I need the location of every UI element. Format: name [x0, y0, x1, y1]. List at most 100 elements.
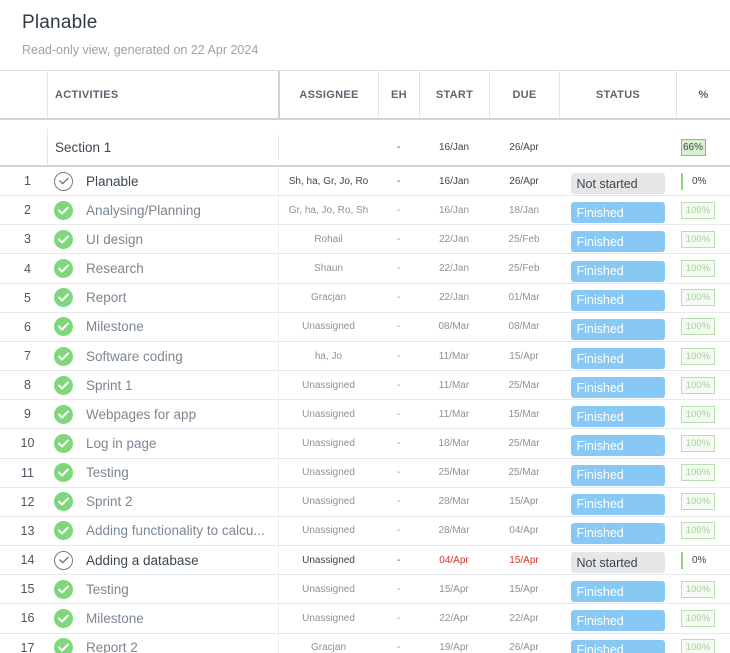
- activity-cell[interactable]: Sprint 2: [47, 488, 278, 516]
- start-date-cell: 25/Mar: [438, 467, 470, 479]
- section-status: [559, 129, 676, 165]
- row-number: 5: [24, 290, 31, 305]
- assignee-cell: Unassigned: [278, 400, 378, 429]
- percent-cell: 0%: [676, 546, 730, 574]
- status-cell: Finished: [559, 196, 676, 224]
- table-header-row: ACTIVITIES ASSIGNEE EH START DUE STATUS …: [0, 71, 730, 120]
- percent-cell: 100%: [676, 604, 730, 632]
- status-badge: Finished: [570, 348, 665, 370]
- check-circle-outline-icon[interactable]: [54, 550, 73, 570]
- section-row[interactable]: Section 1 - 16/Jan 26/Apr 66%: [0, 129, 730, 167]
- check-circle-filled-icon[interactable]: [54, 579, 73, 599]
- check-circle-filled-icon[interactable]: [54, 492, 73, 512]
- table-row[interactable]: 15 Testing Unassigned - 15/Apr 15/Apr Finished…: [0, 575, 730, 605]
- eh-cell: -: [396, 204, 401, 216]
- activity-cell[interactable]: Testing: [47, 459, 278, 487]
- check-circle-filled-icon[interactable]: [54, 521, 73, 541]
- activity-cell[interactable]: Report: [47, 284, 278, 312]
- assignee-cell: Unassigned: [278, 575, 378, 604]
- header-activities[interactable]: ACTIVITIES: [47, 71, 278, 118]
- activity-cell[interactable]: Testing: [47, 575, 278, 603]
- start-date-cell: 28/Mar: [438, 496, 470, 508]
- check-circle-filled-icon[interactable]: [54, 608, 73, 628]
- eh-cell: -: [396, 437, 401, 449]
- header-status[interactable]: STATUS: [559, 71, 676, 118]
- table-row[interactable]: 4 Research Shaun - 22/Jan 25/Feb Finished 100%: [0, 254, 730, 284]
- table-row[interactable]: 5 Report Gracjan - 22/Jan 01/Mar Finished 100%: [0, 283, 730, 313]
- table-row[interactable]: 3 UI design Rohail - 22/Jan 25/Feb Finished 100…: [0, 225, 730, 255]
- table-row[interactable]: 10 Log in page Unassigned - 18/Mar 25/Mar Fini…: [0, 429, 730, 459]
- eh-cell: -: [396, 350, 401, 362]
- row-number: 14: [20, 553, 35, 568]
- start-date-cell: 19/Apr: [439, 642, 469, 653]
- due-date-cell: 25/Mar: [508, 379, 540, 391]
- header-percent[interactable]: %: [676, 71, 730, 118]
- due-date-cell: 26/Apr: [509, 642, 539, 653]
- start-date-cell: 15/Apr: [439, 583, 469, 595]
- table-row[interactable]: 16 Milestone Unassigned - 22/Apr 22/Apr Finish…: [0, 604, 730, 634]
- start-date-cell: 11/Mar: [438, 379, 470, 391]
- percent-cell: 100%: [676, 400, 730, 428]
- table-row[interactable]: 7 Software coding ha, Jo - 11/Mar 15/Apr Finis…: [0, 341, 730, 372]
- table-row[interactable]: 6 Milestone Unassigned - 08/Mar 08/Mar Finishe…: [0, 312, 730, 342]
- status-cell: Finished: [559, 254, 676, 282]
- table-row[interactable]: 8 Sprint 1 Unassigned - 11/Mar 25/Mar Finished…: [0, 371, 730, 401]
- activity-cell[interactable]: Software coding: [47, 342, 278, 370]
- activity-cell[interactable]: Webpages for app: [47, 400, 278, 428]
- status-cell: Not started: [559, 546, 676, 574]
- eh-cell: -: [396, 321, 401, 333]
- percent-complete: 0%: [681, 172, 715, 190]
- status-badge: Finished: [570, 581, 665, 603]
- activity-cell[interactable]: UI design: [47, 225, 278, 253]
- table-row[interactable]: 2 Analysing/Planning Gr, ha, Jo, Ro, Sh - 16…: [0, 196, 730, 226]
- activity-name: Testing: [86, 581, 129, 597]
- check-circle-filled-icon[interactable]: [54, 200, 73, 220]
- row-number: 4: [24, 261, 31, 276]
- activity-cell[interactable]: Planable: [47, 167, 278, 195]
- due-date-cell: 04/Apr: [509, 525, 539, 537]
- check-circle-filled-icon[interactable]: [54, 259, 73, 279]
- activity-cell[interactable]: Research: [47, 254, 278, 282]
- header-number: [0, 71, 47, 118]
- activity-cell[interactable]: Analysing/Planning: [47, 196, 278, 224]
- check-circle-filled-icon[interactable]: [54, 229, 73, 249]
- eh-cell: -: [396, 379, 401, 391]
- check-circle-filled-icon[interactable]: [54, 433, 73, 453]
- header-start[interactable]: START: [419, 71, 489, 118]
- activity-cell[interactable]: Report 2: [47, 634, 278, 653]
- table-row[interactable]: 13 Adding functionality to calcu... Unassi…: [0, 516, 730, 547]
- percent-complete: 100%: [681, 580, 715, 598]
- check-circle-filled-icon[interactable]: [54, 346, 73, 366]
- percent-cell: 100%: [676, 517, 730, 545]
- due-date-cell: 15/Apr: [509, 496, 539, 508]
- table-row[interactable]: 17 Report 2 Gracjan - 19/Apr 26/Apr Finished 10…: [0, 633, 730, 653]
- table-row[interactable]: 14 Adding a database Unassigned - 04/Apr 15/A…: [0, 546, 730, 576]
- table-row[interactable]: 12 Sprint 2 Unassigned - 28/Mar 15/Apr Finishe…: [0, 487, 730, 517]
- header-assignee[interactable]: ASSIGNEE: [278, 71, 378, 118]
- check-circle-filled-icon[interactable]: [54, 288, 73, 308]
- start-date-cell: 04/Apr: [439, 554, 469, 566]
- header-eh[interactable]: EH: [378, 71, 419, 118]
- activity-name: Adding a database: [86, 552, 199, 568]
- check-circle-filled-icon[interactable]: [54, 317, 73, 337]
- check-circle-filled-icon[interactable]: [54, 638, 73, 653]
- activity-cell[interactable]: Milestone: [47, 604, 278, 632]
- row-number: 13: [20, 523, 35, 538]
- table-row[interactable]: 1 Planable Sh, ha, Gr, Jo, Ro - 16/Jan 26/Apr…: [0, 167, 730, 197]
- check-circle-filled-icon[interactable]: [54, 375, 73, 395]
- activity-cell[interactable]: Sprint 1: [47, 371, 278, 399]
- check-circle-filled-icon[interactable]: [54, 404, 73, 424]
- due-date-cell: 18/Jan: [508, 204, 540, 216]
- activity-name: Sprint 2: [86, 494, 133, 510]
- section-percent: 66%: [681, 138, 706, 156]
- check-circle-outline-icon[interactable]: [54, 171, 73, 191]
- activity-name: Report: [86, 290, 127, 306]
- header-due[interactable]: DUE: [489, 71, 559, 118]
- check-circle-filled-icon[interactable]: [54, 463, 73, 483]
- activity-cell[interactable]: Adding functionality to calcu...: [47, 517, 278, 545]
- table-row[interactable]: 9 Webpages for app Unassigned - 11/Mar 15/Mar…: [0, 400, 730, 430]
- table-row[interactable]: 11 Testing Unassigned - 25/Mar 25/Mar Finished…: [0, 458, 730, 488]
- activity-cell[interactable]: Adding a database: [47, 546, 278, 574]
- activity-cell[interactable]: Log in page: [47, 429, 278, 457]
- activity-cell[interactable]: Milestone: [47, 313, 278, 341]
